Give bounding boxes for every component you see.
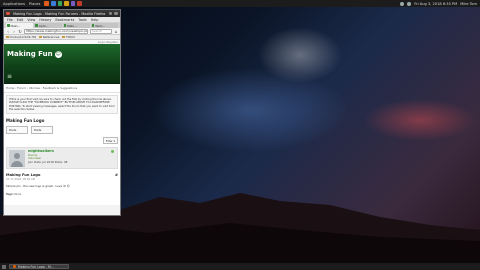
window-titlebar[interactable]: Making Fun Logo - Making Fun Forums - Mo… bbox=[4, 10, 120, 17]
menu-view[interactable]: View bbox=[27, 18, 35, 22]
tags-label: Tags: bbox=[6, 193, 14, 197]
files-launcher-icon[interactable] bbox=[50, 1, 56, 6]
tab-favicon-icon bbox=[63, 24, 66, 27]
tab-3[interactable]: Maki... bbox=[62, 23, 90, 28]
avatar[interactable] bbox=[9, 150, 25, 168]
editor-launcher-icon[interactable] bbox=[64, 1, 69, 6]
user-info: mightwalkers Rookie Volunteer Join Date:… bbox=[28, 150, 67, 164]
network-icon[interactable] bbox=[400, 1, 405, 6]
launcher-group bbox=[44, 1, 82, 6]
web-page: Login Register Making Fun ☺ ≡ Home › For… bbox=[4, 40, 120, 205]
tab-label: Aphi... bbox=[38, 23, 49, 28]
post-title: Making Fun Logo bbox=[6, 173, 41, 178]
bookmark-item[interactable]: TODO bbox=[62, 35, 75, 39]
logo-text: Making Fun bbox=[7, 50, 53, 58]
site-banner: Making Fun ☺ ≡ bbox=[4, 44, 120, 84]
post-date: 07-17-2018, 08:49 AM bbox=[6, 178, 36, 182]
firefox-icon bbox=[13, 265, 16, 268]
applications-menu[interactable]: Applications bbox=[3, 2, 25, 6]
forward-icon[interactable]: › bbox=[12, 29, 16, 34]
post-title-row: Making Fun Logo # bbox=[6, 173, 118, 177]
menu-edit[interactable]: Edit bbox=[17, 18, 24, 22]
join-info: Join Date: Jul 2018 Posts: 48 bbox=[28, 159, 68, 164]
pager-row: Posts Posts bbox=[4, 124, 120, 136]
posts-select-left[interactable]: Posts bbox=[6, 126, 28, 135]
posts-select-right[interactable]: Posts bbox=[31, 126, 53, 135]
clock[interactable]: Fri Aug 3, 2018 6:35 PM bbox=[414, 2, 457, 6]
tab-4[interactable]: Welc... bbox=[90, 23, 118, 28]
show-desktop-icon[interactable] bbox=[2, 264, 6, 269]
settings-launcher-icon[interactable] bbox=[77, 1, 82, 6]
logo-mark-icon: ☺ bbox=[54, 50, 62, 58]
top-panel: Applications Places Fri Aug 3, 2018 6:35… bbox=[0, 0, 480, 7]
tab-label: Maki... bbox=[67, 23, 77, 28]
url-input[interactable]: https://www.makingfun.com/viewtopic.php bbox=[24, 28, 88, 34]
filter-row: Filter ▾ bbox=[4, 136, 120, 145]
welcome-notice: If this is your first visit, be sure to … bbox=[6, 95, 118, 115]
taskbar-window-button[interactable]: Making Fun Logo - M... bbox=[9, 264, 69, 269]
post-tags: Tags: None bbox=[6, 193, 118, 196]
tab-label: Welc... bbox=[95, 23, 106, 28]
media-launcher-icon[interactable] bbox=[70, 1, 76, 6]
tab-2[interactable]: Aphi... bbox=[34, 23, 62, 28]
navigation-bar: ‹ › ↻ https://www.makingfun.com/viewtopi… bbox=[4, 28, 120, 35]
taskbar-window-label: Making Fun Logo - M... bbox=[18, 264, 54, 269]
bookmark-label: TODO bbox=[65, 35, 75, 39]
folder-icon bbox=[62, 35, 65, 39]
bookmark-item[interactable]: OculusContrib HQ bbox=[6, 35, 36, 39]
reload-icon[interactable]: ↻ bbox=[18, 29, 22, 34]
post-author-card: mightwalkers Rookie Volunteer Join Date:… bbox=[6, 147, 118, 170]
tab-1[interactable]: Maki... bbox=[6, 23, 34, 28]
user-name[interactable]: Mike Tom bbox=[460, 2, 477, 6]
volume-icon[interactable] bbox=[407, 1, 412, 6]
avatar-head bbox=[14, 153, 20, 160]
minimize-icon[interactable] bbox=[108, 11, 113, 16]
filter-button[interactable]: Filter ▾ bbox=[102, 137, 118, 145]
folder-icon bbox=[39, 35, 42, 39]
menu-history[interactable]: History bbox=[39, 18, 51, 22]
post-text-content: Simple pic.. the new logo is great - Lov… bbox=[6, 184, 66, 189]
bookmark-item[interactable]: References bbox=[39, 35, 59, 39]
back-icon[interactable]: ‹ bbox=[6, 29, 10, 34]
system-tray: Fri Aug 3, 2018 6:35 PM Mike Tom bbox=[400, 1, 477, 6]
post-text: Simple pic.. the new logo is great - Lov… bbox=[6, 184, 118, 188]
bookmark-label: References bbox=[42, 35, 60, 39]
folder-icon bbox=[6, 35, 9, 39]
breadcrumb[interactable]: Home › Forum › Idiomes › Feedback & Sugg… bbox=[4, 84, 120, 93]
close-icon[interactable] bbox=[6, 11, 10, 16]
tab-label: Maki... bbox=[10, 23, 21, 28]
search-input[interactable]: Search bbox=[90, 28, 112, 34]
site-logo[interactable]: Making Fun ☺ bbox=[7, 50, 62, 58]
smiley-icon: ☺ bbox=[66, 184, 70, 189]
hamburger-menu-icon[interactable]: ≡ bbox=[7, 73, 12, 80]
avatar-body bbox=[11, 161, 23, 168]
menu-bookmarks[interactable]: Bookmarks bbox=[55, 18, 74, 22]
browser-launcher-icon[interactable] bbox=[44, 1, 49, 6]
tags-value[interactable]: None bbox=[14, 193, 21, 196]
maximize-icon[interactable] bbox=[114, 11, 118, 16]
terminal-launcher-icon[interactable] bbox=[57, 1, 63, 6]
post-link-icon[interactable]: # bbox=[115, 173, 118, 177]
post-body: Making Fun Logo # 07-17-2018, 08:49 AM S… bbox=[4, 171, 120, 198]
tab-favicon-icon bbox=[35, 24, 38, 27]
menu-tools[interactable]: Tools bbox=[78, 18, 86, 22]
tab-favicon-icon bbox=[7, 24, 10, 27]
tab-favicon-icon bbox=[91, 24, 95, 27]
home-icon[interactable]: ⌂ bbox=[114, 29, 118, 34]
menu-help[interactable]: Help bbox=[91, 18, 99, 22]
tab-bar: Maki... Aphi... Maki... Welc... bbox=[4, 22, 120, 28]
menu-file[interactable]: File bbox=[7, 18, 13, 22]
bookmark-label: OculusContrib HQ bbox=[9, 35, 37, 39]
browser-window: Making Fun Logo - Making Fun Forums - Mo… bbox=[3, 9, 121, 216]
bottom-panel: Making Fun Logo - M... bbox=[0, 263, 480, 270]
online-status-icon bbox=[111, 150, 114, 154]
thread-title: Making Fun Logo bbox=[6, 118, 45, 124]
places-menu[interactable]: Places bbox=[29, 2, 40, 6]
window-title: Making Fun Logo - Making Fun Forums - Mo… bbox=[13, 11, 106, 16]
